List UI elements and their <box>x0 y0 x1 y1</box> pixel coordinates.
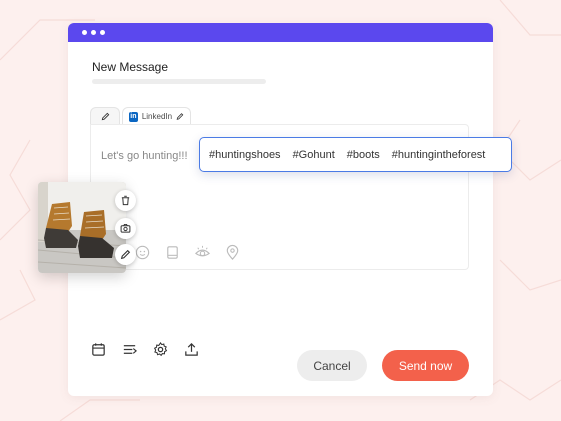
calendar-icon[interactable] <box>90 341 107 358</box>
location-pin-icon[interactable] <box>224 244 241 261</box>
hashtag-chip[interactable]: #huntingintheforest <box>392 149 486 161</box>
boots-photo <box>38 182 126 273</box>
pencil-icon <box>176 113 184 120</box>
tab-linkedin-label: LinkedIn <box>141 112 173 121</box>
cancel-button[interactable]: Cancel <box>297 350 367 381</box>
book-icon[interactable] <box>164 244 181 261</box>
message-text[interactable]: Let's go hunting!!! <box>101 150 188 162</box>
bottom-toolbar <box>90 341 200 358</box>
window-dot <box>82 30 87 35</box>
title-placeholder-bar <box>92 79 266 84</box>
page-title: New Message <box>92 60 169 74</box>
camera-icon <box>120 224 131 233</box>
trash-icon <box>121 195 130 206</box>
window-titlebar <box>68 23 493 42</box>
eye-icon[interactable] <box>194 244 211 261</box>
pencil-icon <box>120 249 131 260</box>
window-dot <box>100 30 105 35</box>
tab-linkedin[interactable]: in LinkedIn <box>122 107 191 125</box>
hashtag-chip[interactable]: #boots <box>347 149 380 161</box>
delete-image-button[interactable] <box>115 190 136 211</box>
linkedin-icon: in <box>129 111 138 122</box>
hashtag-chip[interactable]: #huntingshoes <box>209 149 281 161</box>
pencil-icon <box>101 112 109 121</box>
compose-window: New Message in LinkedIn Let's go hunting… <box>68 23 493 396</box>
window-dot <box>91 30 96 35</box>
gear-icon[interactable] <box>152 341 169 358</box>
attached-image[interactable] <box>38 182 126 273</box>
hashtag-suggestions: #huntingshoes #Gohunt #boots #huntingint… <box>199 137 512 172</box>
emoji-icon[interactable] <box>134 244 151 261</box>
send-now-button[interactable]: Send now <box>382 350 469 381</box>
edit-image-button[interactable] <box>115 244 136 265</box>
upload-icon[interactable] <box>183 341 200 358</box>
editor-toolbar <box>134 244 241 261</box>
tab-edit[interactable] <box>90 107 120 125</box>
hashtag-chip[interactable]: #Gohunt <box>293 149 335 161</box>
queue-icon[interactable] <box>121 341 138 358</box>
replace-image-button[interactable] <box>115 218 136 239</box>
